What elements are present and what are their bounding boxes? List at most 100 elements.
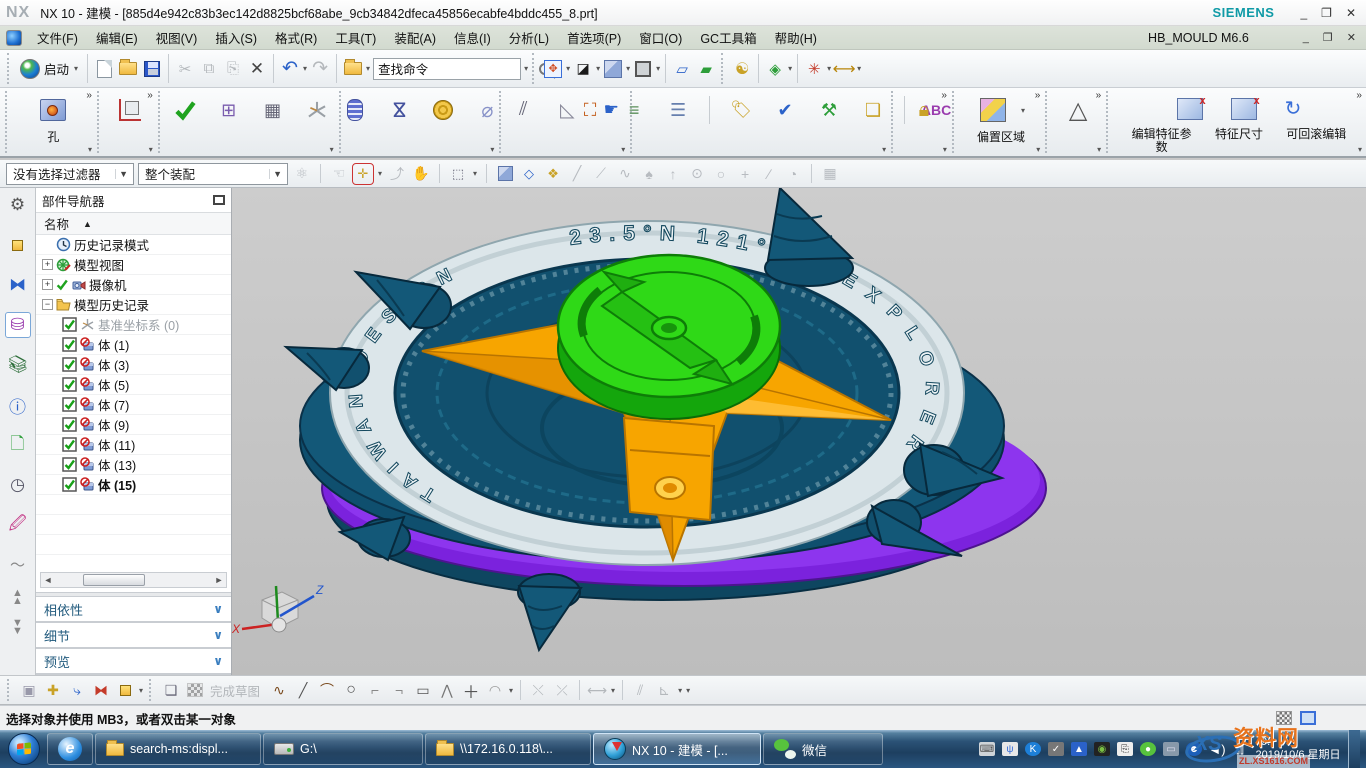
- status-flag-icon[interactable]: [1276, 711, 1292, 725]
- graphics-viewport[interactable]: TAIWAN DESIGN 23.5°N 121°E EXPLORER: [232, 188, 1366, 675]
- finish-sketch-button[interactable]: [184, 679, 206, 701]
- expand-plus[interactable]: +: [42, 279, 53, 290]
- dimension-dropdown-arrow[interactable]: ▾: [611, 686, 615, 695]
- profile-curve-button[interactable]: ∿: [268, 679, 290, 701]
- curve-snap-button[interactable]: ∿: [615, 164, 635, 184]
- delete-button[interactable]: ✕: [245, 57, 269, 81]
- examine-geometry-button[interactable]: [168, 94, 202, 126]
- circle-center-snap-button[interactable]: ⊙: [687, 164, 707, 184]
- true-shading-button[interactable]: ☯: [730, 57, 754, 81]
- taskbar-task-wechat[interactable]: 微信: [763, 733, 883, 765]
- scroll-left-arrow[interactable]: ◄: [41, 575, 55, 585]
- paste-button[interactable]: ⎘: [221, 57, 245, 81]
- overflow-chevron[interactable]: »: [941, 90, 947, 101]
- checkbox-checked-icon[interactable]: [62, 377, 77, 392]
- toolbar-drag-handle[interactable]: [1045, 91, 1050, 153]
- panel-window-icon[interactable]: [213, 195, 225, 205]
- taskbar-task-nx[interactable]: NX 10 - 建模 - [...: [593, 733, 761, 765]
- snap-hand-button[interactable]: ☜: [329, 164, 349, 184]
- drag-point-button[interactable]: ✋: [411, 164, 431, 184]
- grid-snap-button[interactable]: ▦: [820, 164, 840, 184]
- undo-button[interactable]: ↶: [278, 57, 302, 81]
- expand-plus[interactable]: +: [42, 259, 53, 270]
- tray-usb-icon[interactable]: ψ: [1002, 742, 1018, 756]
- geometric-constraints-button[interactable]: ⫽: [629, 679, 651, 701]
- group-dropdown-arrow[interactable]: ▾: [1036, 145, 1040, 154]
- toolbar-drag-handle[interactable]: [721, 53, 727, 84]
- group-dropdown-arrow[interactable]: ▾: [149, 145, 153, 154]
- tree-item-body-15[interactable]: 体 (15): [36, 475, 231, 495]
- tray-volume-icon[interactable]: ◄): [1209, 742, 1225, 756]
- menu-gc-toolbox[interactable]: GC工具箱: [691, 25, 765, 50]
- shaded-solid-button[interactable]: [495, 164, 515, 184]
- background-dropdown-arrow[interactable]: ▾: [656, 64, 660, 73]
- constraints-dropdown-arrow[interactable]: ▾: [678, 686, 682, 695]
- pattern-component-button[interactable]: [114, 679, 136, 701]
- plus-snap-button[interactable]: +: [735, 164, 755, 184]
- redo-button[interactable]: ↷: [308, 57, 332, 81]
- web-browser-icon[interactable]: ⓘ: [5, 392, 31, 418]
- group-dropdown-arrow[interactable]: ▾: [1097, 145, 1101, 154]
- fit-view-dropdown-arrow[interactable]: ▾: [566, 64, 570, 73]
- measure-button[interactable]: ⟷: [832, 57, 856, 81]
- doc-minimize-button[interactable]: _: [1303, 32, 1309, 44]
- tree-item-body-5[interactable]: 体 (5): [36, 375, 231, 395]
- visual-effects-icon[interactable]: 🖉︎: [5, 512, 31, 538]
- minimize-button[interactable]: _: [1300, 7, 1307, 19]
- tree-item-body-1[interactable]: 体 (1): [36, 335, 231, 355]
- menu-preferences[interactable]: 首选项(P): [558, 25, 630, 50]
- checkbox-checked-icon[interactable]: [62, 437, 77, 452]
- note-tag-button[interactable]: 🏷︎: [724, 94, 758, 126]
- chevron-down-icon[interactable]: ∨: [213, 602, 223, 616]
- selection-scope-dropdown[interactable]: 整个装配 ▼: [138, 163, 288, 185]
- taskbar-task-search[interactable]: search-ms:displ...: [95, 733, 261, 765]
- marquee-dropdown-arrow[interactable]: ▾: [473, 169, 477, 178]
- dropdown-caret[interactable]: ▼: [269, 169, 285, 179]
- spline-snap-button[interactable]: ♠: [639, 164, 659, 184]
- tree-item-body-7[interactable]: 体 (7): [36, 395, 231, 415]
- menu-help[interactable]: 帮助(H): [766, 25, 826, 50]
- menu-edit[interactable]: 编辑(E): [87, 25, 147, 50]
- edit-feature-params-button[interactable]: [1177, 98, 1203, 120]
- datum-plane-button[interactable]: △: [1061, 94, 1095, 126]
- sketch-button[interactable]: ❏: [160, 679, 182, 701]
- section-plane-button[interactable]: ▱: [670, 57, 694, 81]
- ramp-button[interactable]: ⫽: [506, 94, 540, 126]
- menu-window[interactable]: 窗口(O): [630, 25, 691, 50]
- scrollbar-thumb[interactable]: [83, 574, 145, 586]
- constraint-navigator-icon[interactable]: ⧓: [5, 272, 31, 298]
- checkbox-checked-icon[interactable]: [62, 317, 77, 332]
- expand-minus[interactable]: −: [42, 299, 53, 310]
- undo-dropdown-arrow[interactable]: ▾: [303, 64, 307, 73]
- toolbar-drag-handle[interactable]: [7, 53, 13, 84]
- menu-file[interactable]: 文件(F): [28, 25, 87, 50]
- edit-section-button[interactable]: ▰: [694, 57, 718, 81]
- tray-keyboard-icon[interactable]: ⌨: [979, 742, 995, 756]
- dropdown-caret[interactable]: ▼: [115, 169, 131, 179]
- measure-dropdown-arrow[interactable]: ▾: [857, 64, 861, 73]
- taskbar-task-network-share[interactable]: \\172.16.0.118\...: [425, 733, 591, 765]
- tray-kingsoft-icon[interactable]: K: [1025, 742, 1041, 756]
- status-window-icon[interactable]: [1300, 711, 1316, 725]
- tree-item-body-11[interactable]: 体 (11): [36, 435, 231, 455]
- tray-display-icon[interactable]: ▭: [1163, 742, 1179, 756]
- toolbar-drag-handle[interactable]: [97, 91, 102, 153]
- move-component-button[interactable]: ⤷: [66, 679, 88, 701]
- render-style-button[interactable]: ◪: [571, 57, 595, 81]
- taskbar-ie-button[interactable]: e: [47, 733, 93, 765]
- tray-app-a-icon[interactable]: ▲: [1071, 742, 1087, 756]
- checkbox-checked-icon[interactable]: [62, 457, 77, 472]
- sort-ascending-icon[interactable]: ▲: [83, 219, 92, 229]
- extension-spring-button[interactable]: ⴵ: [382, 94, 416, 126]
- scroll-right-arrow[interactable]: ►: [212, 575, 226, 585]
- rapid-dimension-button[interactable]: ⟷: [586, 679, 608, 701]
- tray-clipboard-icon[interactable]: ⎘: [1117, 742, 1133, 756]
- component-dropdown-arrow[interactable]: ▾: [139, 686, 143, 695]
- line2-snap-button[interactable]: ⟋: [591, 164, 611, 184]
- layer-settings-button[interactable]: ≡: [617, 94, 651, 126]
- group-dropdown-arrow[interactable]: ▾: [88, 145, 92, 154]
- sketchbar-overflow-arrow[interactable]: ▾: [686, 686, 690, 695]
- new-file-button[interactable]: [92, 57, 116, 81]
- horizontal-scrollbar[interactable]: ◄ ►: [40, 572, 227, 588]
- part-navigator-icon[interactable]: ⛁: [5, 312, 31, 338]
